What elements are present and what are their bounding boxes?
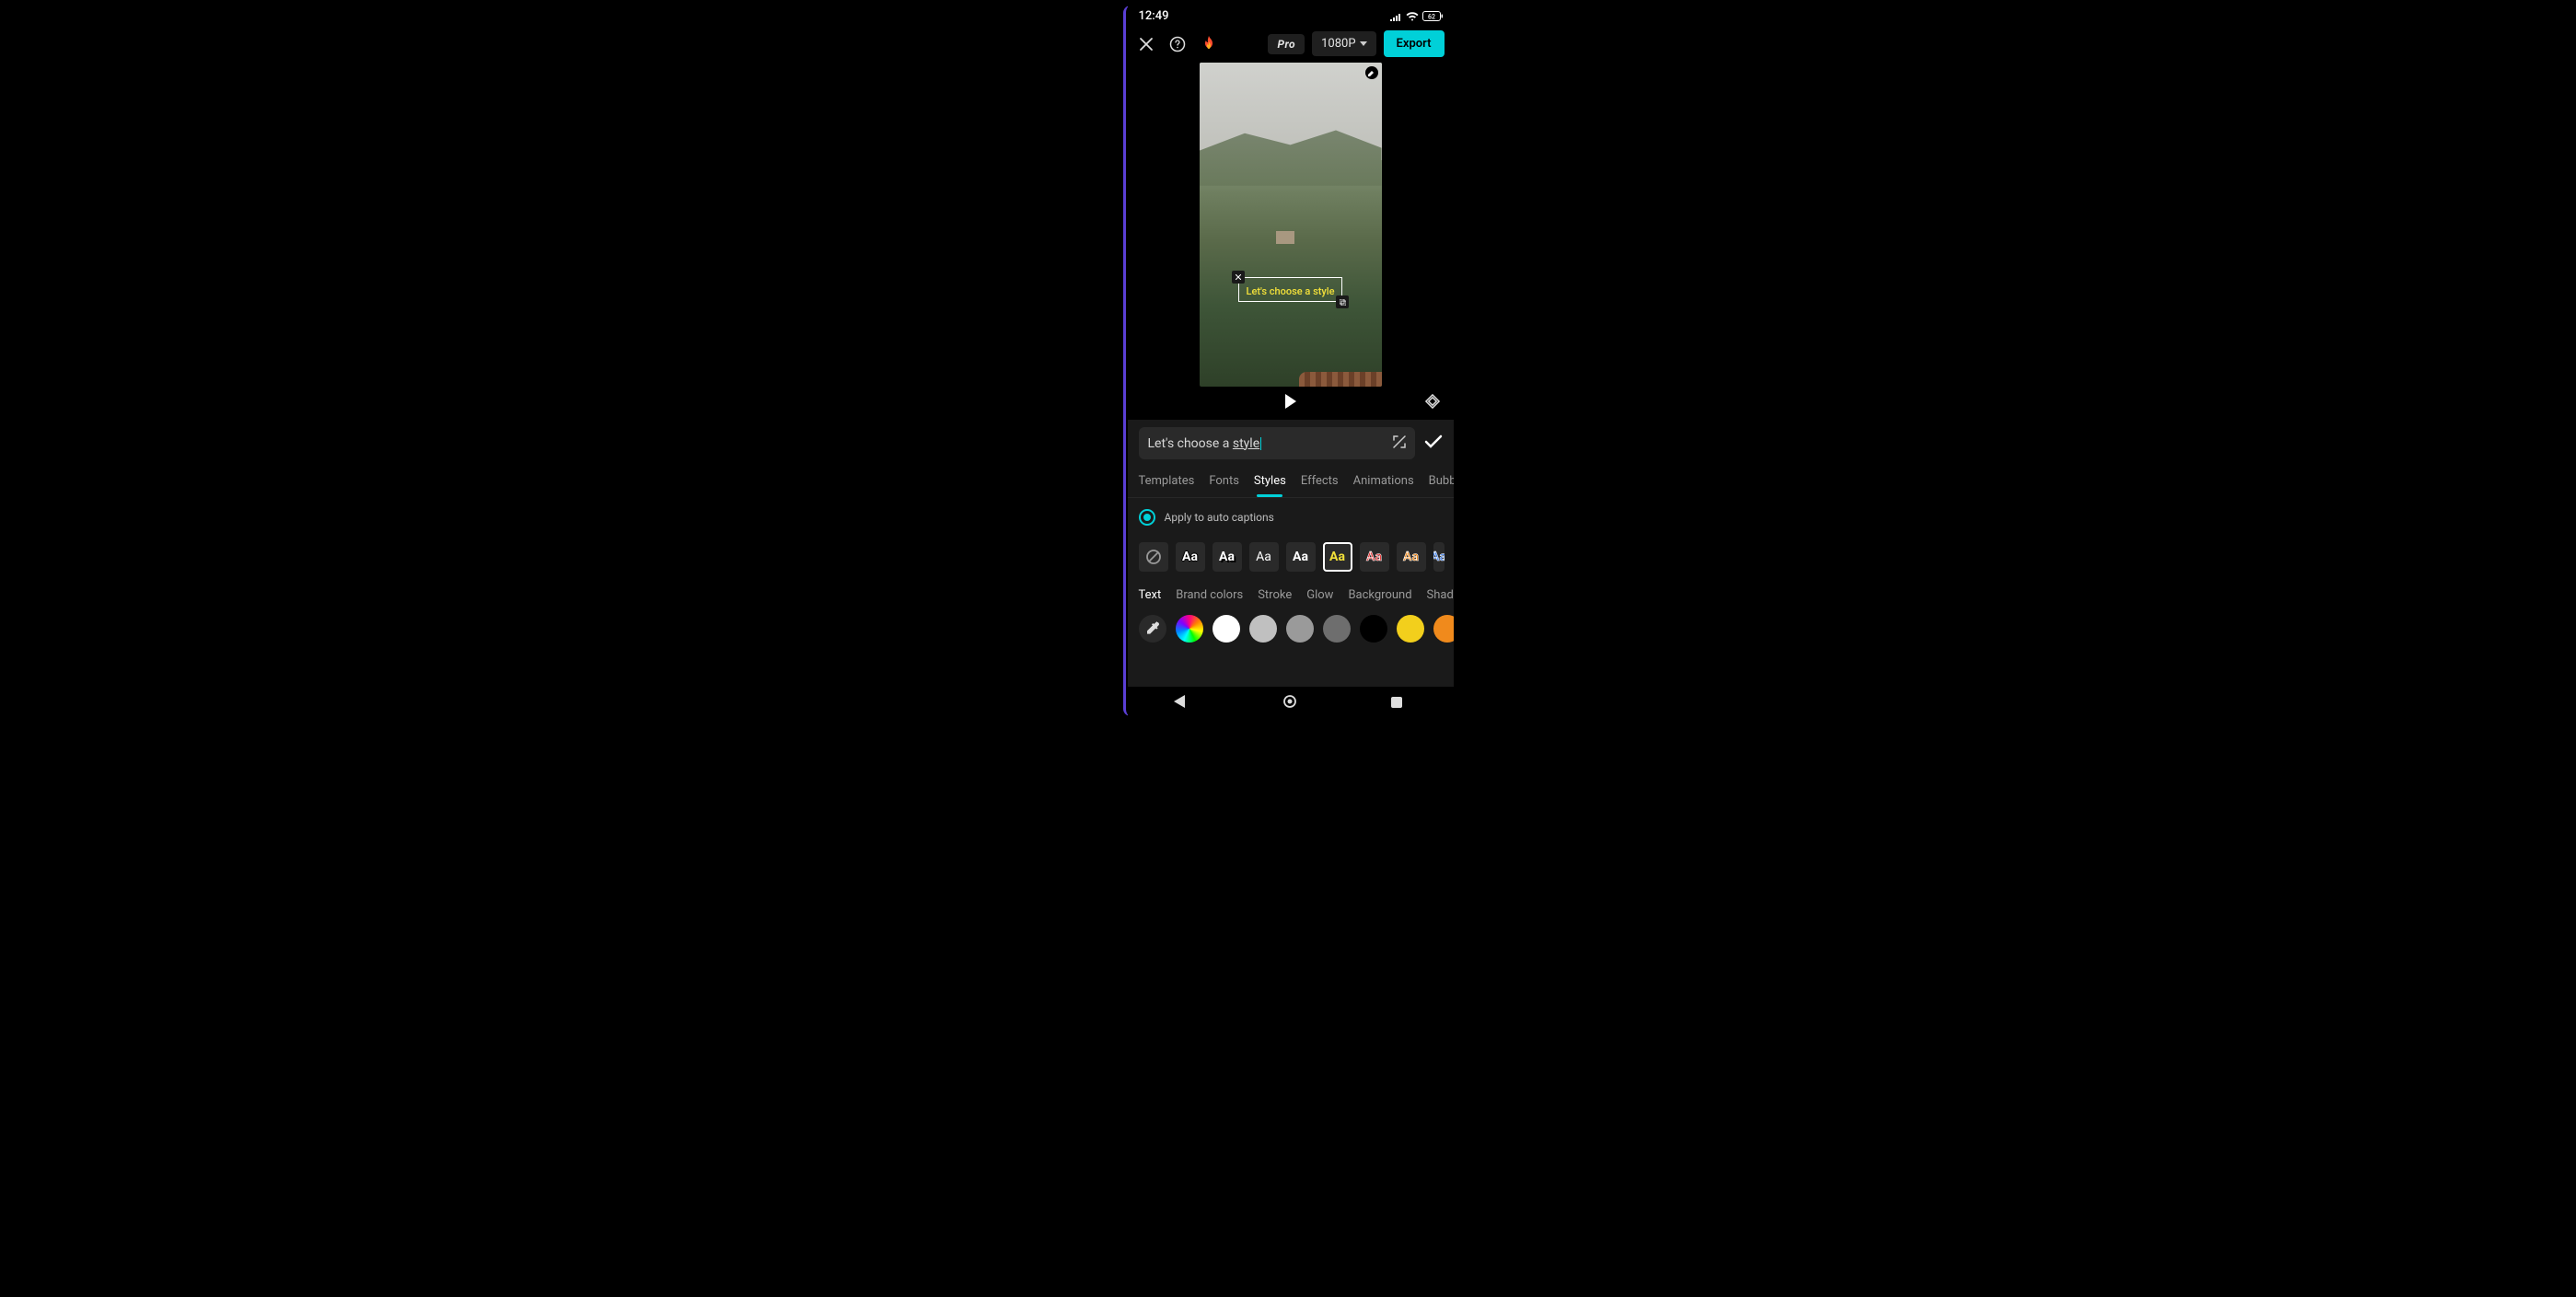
swatch-rainbow[interactable]: [1176, 615, 1203, 643]
apply-captions-row[interactable]: Apply to auto captions: [1128, 498, 1454, 533]
tab-fonts[interactable]: Fonts: [1209, 467, 1239, 497]
tab-bubble[interactable]: Bubb: [1429, 467, 1454, 497]
preset-white-shadow[interactable]: Aa: [1213, 542, 1242, 572]
preset-none[interactable]: [1139, 542, 1168, 572]
help-icon[interactable]: [1168, 35, 1187, 53]
caption-overlay[interactable]: Let's choose a style: [1238, 277, 1343, 302]
play-button[interactable]: [1284, 394, 1297, 412]
flame-icon[interactable]: [1200, 35, 1218, 53]
apply-radio[interactable]: [1139, 509, 1155, 526]
expand-icon[interactable]: [1393, 434, 1406, 452]
style-tabs: Templates Fonts Styles Effects Animation…: [1128, 467, 1454, 498]
swatch-orange[interactable]: [1433, 615, 1454, 643]
ctab-brand[interactable]: Brand colors: [1176, 588, 1243, 602]
swatch-yellow[interactable]: [1397, 615, 1424, 643]
preset-white-plain[interactable]: Aa: [1286, 542, 1316, 572]
preset-yellow[interactable]: Aa: [1323, 542, 1352, 572]
tab-animations[interactable]: Animations: [1353, 467, 1414, 497]
video-preview[interactable]: Let's choose a style: [1200, 63, 1382, 387]
status-bar: 12:49 62: [1128, 6, 1454, 25]
preset-white-bold[interactable]: Aa: [1176, 542, 1205, 572]
swatch-lightgrey[interactable]: [1249, 615, 1277, 643]
edit-badge-icon[interactable]: [1365, 66, 1378, 79]
editor-panel: Let's choose a style Templates Fonts Sty…: [1128, 420, 1454, 687]
resolution-dropdown[interactable]: 1080P: [1312, 31, 1375, 56]
resolution-label: 1080P: [1321, 37, 1355, 51]
home-button[interactable]: [1282, 694, 1299, 711]
swatch-white[interactable]: [1213, 615, 1240, 643]
preset-orange[interactable]: Aa: [1397, 542, 1426, 572]
caption-delete-icon[interactable]: [1232, 271, 1245, 284]
caption-text: Let's choose a style: [1247, 285, 1335, 297]
tab-styles[interactable]: Styles: [1254, 467, 1286, 497]
pro-badge[interactable]: Pro: [1268, 34, 1305, 54]
color-tabs: Text Brand colors Stroke Glow Background…: [1128, 581, 1454, 611]
tab-templates[interactable]: Templates: [1139, 467, 1195, 497]
ctab-background[interactable]: Background: [1348, 588, 1411, 602]
status-icons: 62: [1389, 11, 1443, 21]
preview-area: Let's choose a style: [1128, 63, 1454, 420]
back-button[interactable]: [1174, 694, 1190, 711]
preset-red[interactable]: Aa: [1360, 542, 1389, 572]
swatch-grey[interactable]: [1286, 615, 1314, 643]
phone-screen: 12:49 62 Pro 1080P Export: [1128, 6, 1454, 716]
chevron-down-icon: [1360, 41, 1367, 46]
ctab-shadow[interactable]: Shado: [1427, 588, 1454, 602]
recents-button[interactable]: [1391, 694, 1408, 711]
preset-blue[interactable]: Aa: [1433, 542, 1445, 572]
style-presets: Aa Aa Aa Aa Aa Aa Aa Aa: [1128, 533, 1454, 581]
confirm-icon[interactable]: [1424, 434, 1443, 453]
signal-icon: [1389, 12, 1402, 21]
ctab-glow[interactable]: Glow: [1306, 588, 1333, 602]
swatch-darkgrey[interactable]: [1323, 615, 1351, 643]
svg-text:62: 62: [1428, 13, 1435, 20]
clock: 12:49: [1139, 9, 1169, 23]
android-navbar: [1128, 687, 1454, 716]
ctab-stroke[interactable]: Stroke: [1258, 588, 1292, 602]
text-input-value: Let's choose a style: [1148, 436, 1262, 451]
preset-white-thin[interactable]: Aa: [1249, 542, 1279, 572]
battery-icon: 62: [1422, 11, 1443, 21]
eyedropper-icon[interactable]: [1139, 615, 1166, 643]
tab-effects[interactable]: Effects: [1301, 467, 1339, 497]
text-input[interactable]: Let's choose a style: [1139, 427, 1415, 459]
wifi-icon: [1406, 12, 1419, 21]
color-swatches: [1128, 611, 1454, 655]
export-button[interactable]: Export: [1384, 30, 1445, 57]
ctab-text[interactable]: Text: [1139, 588, 1162, 602]
rotate-icon[interactable]: [1424, 393, 1441, 413]
swatch-black[interactable]: [1360, 615, 1387, 643]
caption-copy-icon[interactable]: [1336, 295, 1349, 308]
close-icon[interactable]: [1137, 35, 1155, 53]
top-toolbar: Pro 1080P Export: [1128, 25, 1454, 63]
apply-label: Apply to auto captions: [1165, 511, 1274, 524]
